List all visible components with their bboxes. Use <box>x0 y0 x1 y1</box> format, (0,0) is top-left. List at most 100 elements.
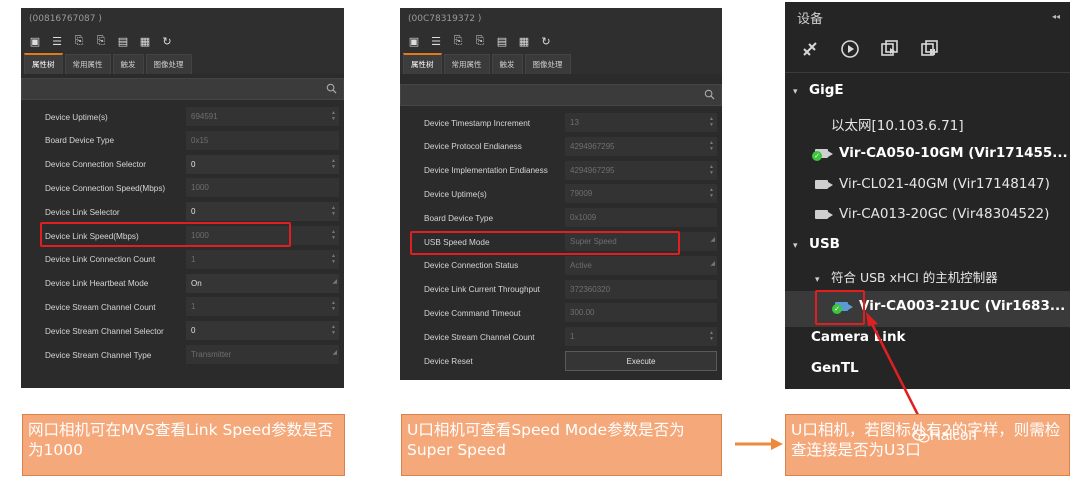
property-value: 0x15 <box>186 130 339 151</box>
memory-icon[interactable]: ▦ <box>139 35 151 48</box>
record-icon[interactable] <box>879 38 901 60</box>
spinner-icon[interactable]: ▲ ▼ <box>331 324 336 336</box>
search-bar <box>21 78 344 101</box>
property-name: Device Link Connection Count <box>45 255 156 265</box>
tab-common-properties[interactable]: 常用属性 <box>64 54 111 74</box>
property-row: Device Stream Channel Selector 0 ▲ ▼ <box>21 319 344 343</box>
stop-record-icon[interactable] <box>919 38 941 60</box>
tree-item-camera[interactable]: ✓ Vir-CA050-10GM (Vir171455... <box>812 145 1068 161</box>
property-value[interactable]: On ◢ <box>186 272 339 294</box>
memory-icon[interactable]: ▦ <box>518 35 530 48</box>
tree-item-usb-controller[interactable]: ▾ 符合 USB xHCI 的主机控制器 <box>815 267 998 286</box>
dropdown-corner-icon[interactable]: ◢ <box>332 343 337 363</box>
gige-properties-panel: (00816767087 ) ▣ ☰ ⎘ ⎘ ▤ ▦ ↻ 属性树 常用属性 触发… <box>21 8 344 388</box>
tree-group-gige[interactable]: ▾ GigE <box>793 82 844 98</box>
search-icon[interactable] <box>704 89 715 100</box>
refresh-icon[interactable]: ↻ <box>540 35 552 48</box>
spinner-icon: ▲ ▼ <box>331 252 336 265</box>
property-row: Device Connection Status Active ◢ <box>400 254 722 278</box>
search-icon[interactable] <box>326 83 337 94</box>
property-name: Device Stream Channel Type <box>45 350 152 360</box>
import-icon[interactable]: ⎘ <box>73 34 85 47</box>
property-value: 372360320 <box>565 279 717 300</box>
property-value[interactable]: 0 ▲ ▼ <box>186 202 339 223</box>
play-icon[interactable] <box>839 38 861 60</box>
property-row: Device Stream Channel Count 1 ▲ ▼ <box>21 295 344 319</box>
tab-image-processing[interactable]: 图像处理 <box>145 54 192 74</box>
spinner-icon[interactable]: ▲ ▼ <box>331 158 336 170</box>
tab-trigger[interactable]: 触发 <box>491 54 523 74</box>
import-icon[interactable]: ⎘ <box>452 34 464 47</box>
device-toolbar <box>799 38 941 60</box>
export-icon[interactable]: ⎘ <box>95 34 107 47</box>
property-value-text: 300.00 <box>570 308 595 318</box>
property-name: Device Stream Channel Selector <box>45 326 164 336</box>
property-value-text: 4294967295 <box>570 165 615 175</box>
property-value: Active ◢ <box>565 254 717 276</box>
property-name: Device Uptime(s) <box>424 189 487 199</box>
property-value: 1000 ▲ ▼ <box>186 226 339 246</box>
property-row: Device Link Selector 0 ▲ ▼ <box>21 200 344 224</box>
tab-bar: 属性树 常用属性 触发 图像处理 <box>400 52 722 74</box>
property-value: 4294967295 ▲ ▼ <box>565 136 717 157</box>
property-value[interactable]: 0 ▲ ▼ <box>186 321 339 342</box>
export-icon[interactable]: ⎘ <box>474 34 486 47</box>
property-name: Device Connection Status <box>424 261 519 271</box>
tree-item-camera[interactable]: Vir-CL021-40GM (Vir17148147) <box>815 176 1050 192</box>
spinner-icon: ▲ ▼ <box>709 187 714 200</box>
property-row: Device Protocol Endianess 4294967295 ▲ ▼ <box>400 135 722 159</box>
tab-trigger[interactable]: 触发 <box>112 54 144 74</box>
spinner-icon: ▲ ▼ <box>331 229 336 241</box>
spinner-icon[interactable]: ▲ ▼ <box>331 205 336 217</box>
controller-label: 符合 USB xHCI 的主机控制器 <box>831 270 998 285</box>
property-value-text: Active <box>570 260 592 270</box>
file-icon[interactable]: ▤ <box>117 35 129 48</box>
tree-group-gentl[interactable]: GenTL <box>811 360 859 376</box>
property-value: 1000 <box>186 178 339 199</box>
dropdown-corner-icon[interactable]: ◢ <box>710 254 715 274</box>
tab-property-tree[interactable]: 属性树 <box>403 53 442 74</box>
toolbar: ▣ ☰ ⎘ ⎘ ▤ ▦ ↻ <box>21 30 344 52</box>
toolbar: ▣ ☰ ⎘ ⎘ ▤ ▦ ↻ <box>400 30 722 52</box>
tree-group-usb[interactable]: ▾ USB <box>793 236 840 252</box>
property-value: 1 ▲ ▼ <box>186 297 339 318</box>
tree-group-label: GigE <box>809 82 844 98</box>
save-icon[interactable]: ▣ <box>408 35 420 48</box>
property-value: 0x1009 <box>565 208 717 229</box>
chevron-down-icon[interactable]: ▾ <box>815 275 831 285</box>
property-row: Device Link Heartbeat Mode On ◢ <box>21 272 344 296</box>
property-row: Device Reset Execute <box>400 349 722 373</box>
property-value[interactable]: 0 ▲ ▼ <box>186 154 339 175</box>
property-value-text: Execute <box>626 357 656 366</box>
property-value-text: 13 <box>570 118 579 127</box>
execute-button[interactable]: Execute <box>565 351 717 371</box>
list-icon[interactable]: ☰ <box>51 35 63 48</box>
property-value-text: Super Speed <box>570 237 617 246</box>
chevron-down-icon[interactable]: ▾ <box>793 87 809 97</box>
tree-item-camera[interactable]: Vir-CA013-20GC (Vir48304522) <box>815 206 1049 222</box>
search-input[interactable] <box>401 87 689 107</box>
property-row: Device Link Connection Count 1 ▲ ▼ <box>21 248 344 272</box>
tree-group-label: USB <box>809 236 840 252</box>
list-icon[interactable]: ☰ <box>430 35 442 48</box>
collapse-icon[interactable]: ◂◂ <box>1052 12 1060 21</box>
property-value: 694591 ▲ ▼ <box>186 107 339 127</box>
disconnect-icon[interactable] <box>799 38 821 60</box>
chevron-down-icon[interactable]: ▾ <box>793 241 809 251</box>
property-row: Device Uptime(s) 79009 ▲ ▼ <box>400 182 722 206</box>
property-value-text: Transmitter <box>191 350 232 359</box>
property-value: 1 ▲ ▼ <box>565 327 717 348</box>
search-input[interactable] <box>22 81 311 101</box>
tab-image-processing[interactable]: 图像处理 <box>524 54 571 74</box>
tree-item-network[interactable]: 以太网[10.103.6.71] <box>831 114 964 134</box>
dropdown-corner-icon[interactable]: ◢ <box>332 272 337 292</box>
save-icon[interactable]: ▣ <box>29 35 41 48</box>
refresh-icon[interactable]: ↻ <box>161 35 173 48</box>
dropdown-corner-icon[interactable]: ◢ <box>710 230 715 250</box>
tab-common-properties[interactable]: 常用属性 <box>443 54 490 74</box>
file-icon[interactable]: ▤ <box>496 35 508 48</box>
property-name: Device Stream Channel Count <box>45 302 156 312</box>
note-usb-speed: U口相机可查看Speed Mode参数是否为Super Speed <box>401 414 722 476</box>
property-row: Device Link Speed(Mbps) 1000 ▲ ▼ <box>21 224 344 248</box>
tab-property-tree[interactable]: 属性树 <box>24 53 63 74</box>
